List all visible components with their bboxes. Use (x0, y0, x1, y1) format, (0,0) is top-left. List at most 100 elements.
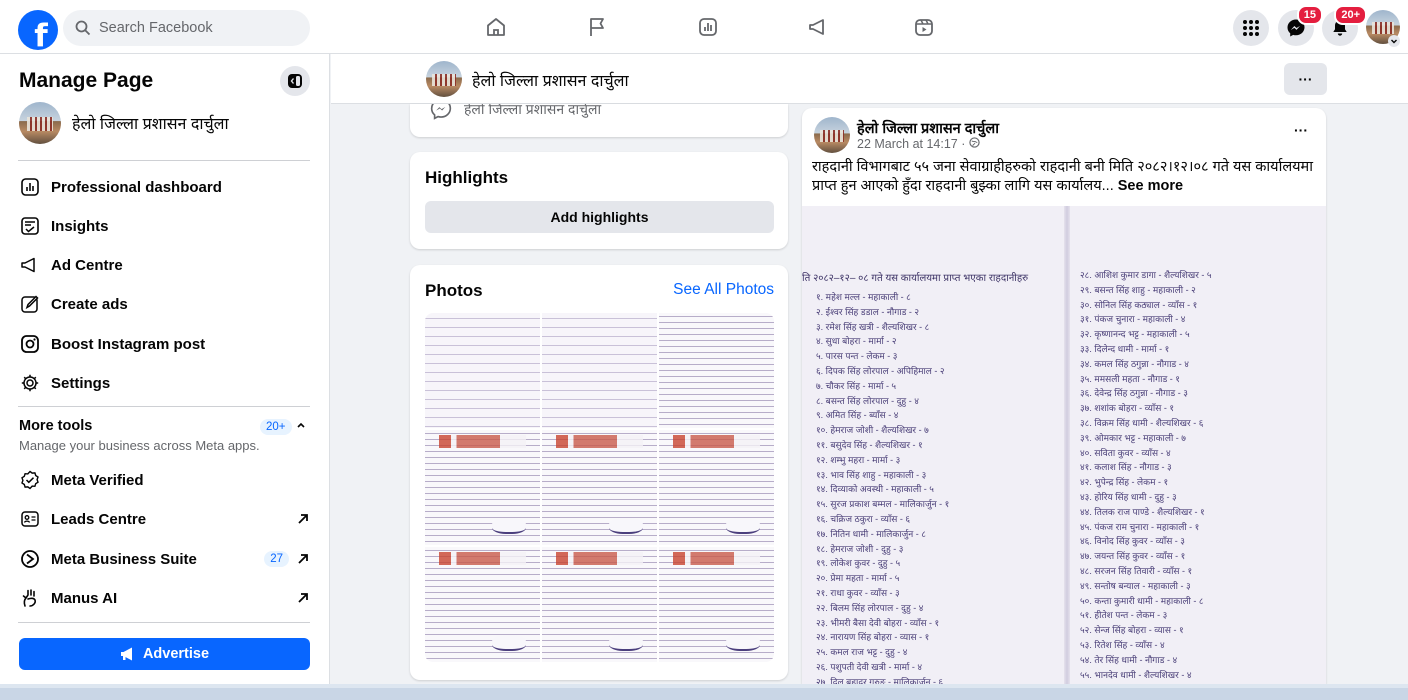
menu-grid-button[interactable] (1233, 10, 1269, 46)
document-entry: ६. दिपक सिंह लोरपाल - अपिहिमाल - २ (816, 365, 945, 376)
document-entry: ४७. जयन्त सिंह कुवर - व्याँस - १ (1080, 551, 1186, 562)
photo-thumbnail[interactable] (659, 547, 774, 662)
sidebar-item-leads-centre[interactable]: Leads Centre (19, 508, 311, 530)
home-icon[interactable] (481, 12, 511, 42)
document-entry: २६. पशुपती देवी खत्री - मार्मा - ४ (816, 661, 923, 672)
document-entry: १८. हेमराज जोशी - दुहु - ३ (816, 543, 904, 554)
sidebar-page-profile[interactable]: हेलो जिल्ला प्रशासन दार्चुला (19, 102, 229, 144)
page-avatar (19, 102, 61, 144)
advertise-button[interactable]: Advertise (19, 638, 310, 670)
document-entry: ५१. हीतेश पन्त - लेकम - ३ (1080, 610, 1168, 621)
chevron-down-icon[interactable] (1388, 35, 1400, 47)
post-more-button[interactable]: ··· (1294, 122, 1308, 138)
more-tools-badge: 20+ (260, 419, 292, 435)
document-entry: ८. बसन्त सिंह लोरपाल - दुहु - ४ (816, 395, 919, 406)
page-header-name[interactable]: हेलो जिल्ला प्रशासन दार्चुला (472, 69, 629, 91)
photo-thumbnail[interactable] (425, 313, 540, 428)
sidebar-item-settings[interactable]: Settings (19, 372, 311, 394)
business-suite-icon (19, 548, 41, 570)
post-text: राहदानी विभागबाट ५५ जना सेवाग्राहीहरुको … (812, 158, 1322, 196)
see-more-link[interactable]: See more (1118, 178, 1183, 194)
highlights-card: Highlights Add highlights (410, 152, 788, 249)
divider (18, 406, 310, 407)
megaphone-icon[interactable] (803, 12, 833, 42)
see-all-photos-link[interactable]: See All Photos (673, 281, 774, 299)
sidebar-item-meta-business-suite[interactable]: Meta Business Suite 27 (19, 548, 311, 570)
sidebar-item-professional-dashboard[interactable]: Professional dashboard (19, 176, 311, 198)
more-tools-title: More tools (19, 418, 93, 434)
photos-title: Photos (425, 281, 483, 300)
notifications-button[interactable]: 20+ (1322, 5, 1367, 46)
pencil-icon (19, 293, 41, 315)
verified-icon (19, 469, 41, 491)
photo-thumbnail[interactable] (425, 430, 540, 545)
video-icon[interactable] (909, 12, 939, 42)
document-entry: ४०. सविता कुवर - व्याँस - ४ (1080, 447, 1171, 458)
external-link-icon (298, 593, 308, 603)
facebook-logo[interactable]: f (18, 10, 58, 50)
document-entry: ३०. सोनिल सिंह कठ्याल - व्याँस - १ (1080, 299, 1198, 310)
document-entry: ४२. भुपेन्द्र सिंह - लेकम - १ (1080, 477, 1169, 488)
document-entry: २९. बसन्त सिंह शाहु - महाकाली - २ (1080, 284, 1196, 295)
post-card: हेलो जिल्ला प्रशासन दार्चुला 22 March at… (802, 108, 1326, 684)
document-entry: २२. बिलम सिंह लोरपाल - दुहु - ४ (816, 602, 924, 613)
sidebar-item-ad-centre[interactable]: Ad Centre (19, 254, 311, 276)
grid-icon (1243, 20, 1259, 36)
collapse-sidebar-button[interactable] (280, 66, 310, 96)
page-more-button[interactable]: ··· (1284, 63, 1327, 95)
sidebar-item-insights[interactable]: Insights (19, 215, 311, 237)
document-entry: ३. रमेश सिंह खत्री - शैल्यशिखर - ८ (816, 321, 930, 332)
sidebar-item-create-ads[interactable]: Create ads (19, 293, 311, 315)
document-entry: १७. नितिन धामी - मालिकार्जुन - ८ (816, 528, 926, 539)
chevron-up-icon[interactable] (296, 420, 306, 430)
document-entry: १५. सुरज प्रकाश बम्मल - मालिकार्जुन - १ (816, 499, 950, 510)
more-tools-subtitle: Manage your business across Meta apps. (19, 438, 260, 453)
document-entry: २०. प्रेमा महता - मार्मा - ५ (816, 573, 900, 584)
photo-thumbnail[interactable] (425, 547, 540, 662)
document-entry: ३१. पंकज चुनारा - महाकाली - ४ (1080, 314, 1186, 325)
sidebar-title: Manage Page (19, 69, 154, 92)
post-author-avatar[interactable] (814, 117, 850, 153)
divider (18, 622, 310, 623)
dashboard-icon[interactable] (693, 12, 723, 42)
gear-icon (19, 372, 41, 394)
intro-card: हेलो जिल्ला प्रशासन दार्चुला (410, 104, 788, 137)
post-author-name[interactable]: हेलो जिल्ला प्रशासन दार्चुला (857, 118, 999, 138)
intro-faded-row: हेलो जिल्ला प्रशासन दार्चुला (430, 104, 601, 120)
document-entry: २५. कमल राज भट्ट - दुहु - ४ (816, 647, 908, 658)
instagram-icon (19, 333, 41, 355)
external-link-icon (298, 514, 308, 524)
document-entry: ५५. भानदेव धामी - शैल्यशिखर - ४ (1080, 669, 1192, 680)
external-link-icon (298, 554, 308, 564)
post-image[interactable]: ति २०८२–१२– ०८ गते यस कार्यालयमा प्राप्त… (802, 206, 1326, 684)
photo-thumbnail[interactable] (542, 430, 657, 545)
document-entry: ७. चौकर सिंह - मार्मा - ५ (816, 380, 897, 391)
document-entry: १४. दिव्याको अवस्थी - महाकाली - ५ (816, 484, 934, 495)
sidebar-item-label: Boost Instagram post (51, 335, 206, 353)
photo-thumbnail[interactable] (659, 313, 774, 428)
search-box[interactable]: Search Facebook (63, 10, 310, 46)
document-entry: १९. लोकेश कुवर - दुहु - ५ (816, 558, 901, 569)
messenger-badge: 15 (1296, 5, 1323, 25)
photo-thumbnail[interactable] (659, 430, 774, 545)
sidebar-item-manus-ai[interactable]: Manus AI (19, 587, 311, 609)
document-entry: २८. आशिश कुमार डागा - शैल्यशिखर - ५ (1080, 270, 1212, 280)
sidebar-item-label: Meta Verified (51, 471, 144, 489)
messenger-button[interactable]: 15 (1278, 5, 1323, 46)
document-entry: ५. पारस पन्त - लेकम - ३ (816, 351, 898, 362)
manage-page-sidebar: Manage Page हेलो जिल्ला प्रशासन दार्चुला… (0, 54, 330, 684)
page-avatar[interactable] (426, 61, 462, 97)
document-entry: ३५. ममसली महता - नौगाड - १ (1080, 373, 1180, 384)
sidebar-item-meta-verified[interactable]: Meta Verified (19, 469, 311, 491)
add-highlights-button[interactable]: Add highlights (425, 201, 774, 233)
photo-thumbnail[interactable] (542, 547, 657, 662)
megaphone-icon (19, 254, 41, 276)
sidebar-page-name: हेलो जिल्ला प्रशासन दार्चुला (72, 116, 229, 133)
os-taskbar (0, 684, 1408, 700)
page-header: हेलो जिल्ला प्रशासन दार्चुला ··· (331, 54, 1408, 104)
flag-icon[interactable] (582, 12, 612, 42)
photo-thumbnail[interactable] (542, 313, 657, 428)
post-timestamp[interactable]: 22 March at 14:17 · (857, 137, 980, 151)
search-icon (75, 20, 91, 36)
sidebar-item-boost-instagram-post[interactable]: Boost Instagram post (19, 333, 311, 355)
